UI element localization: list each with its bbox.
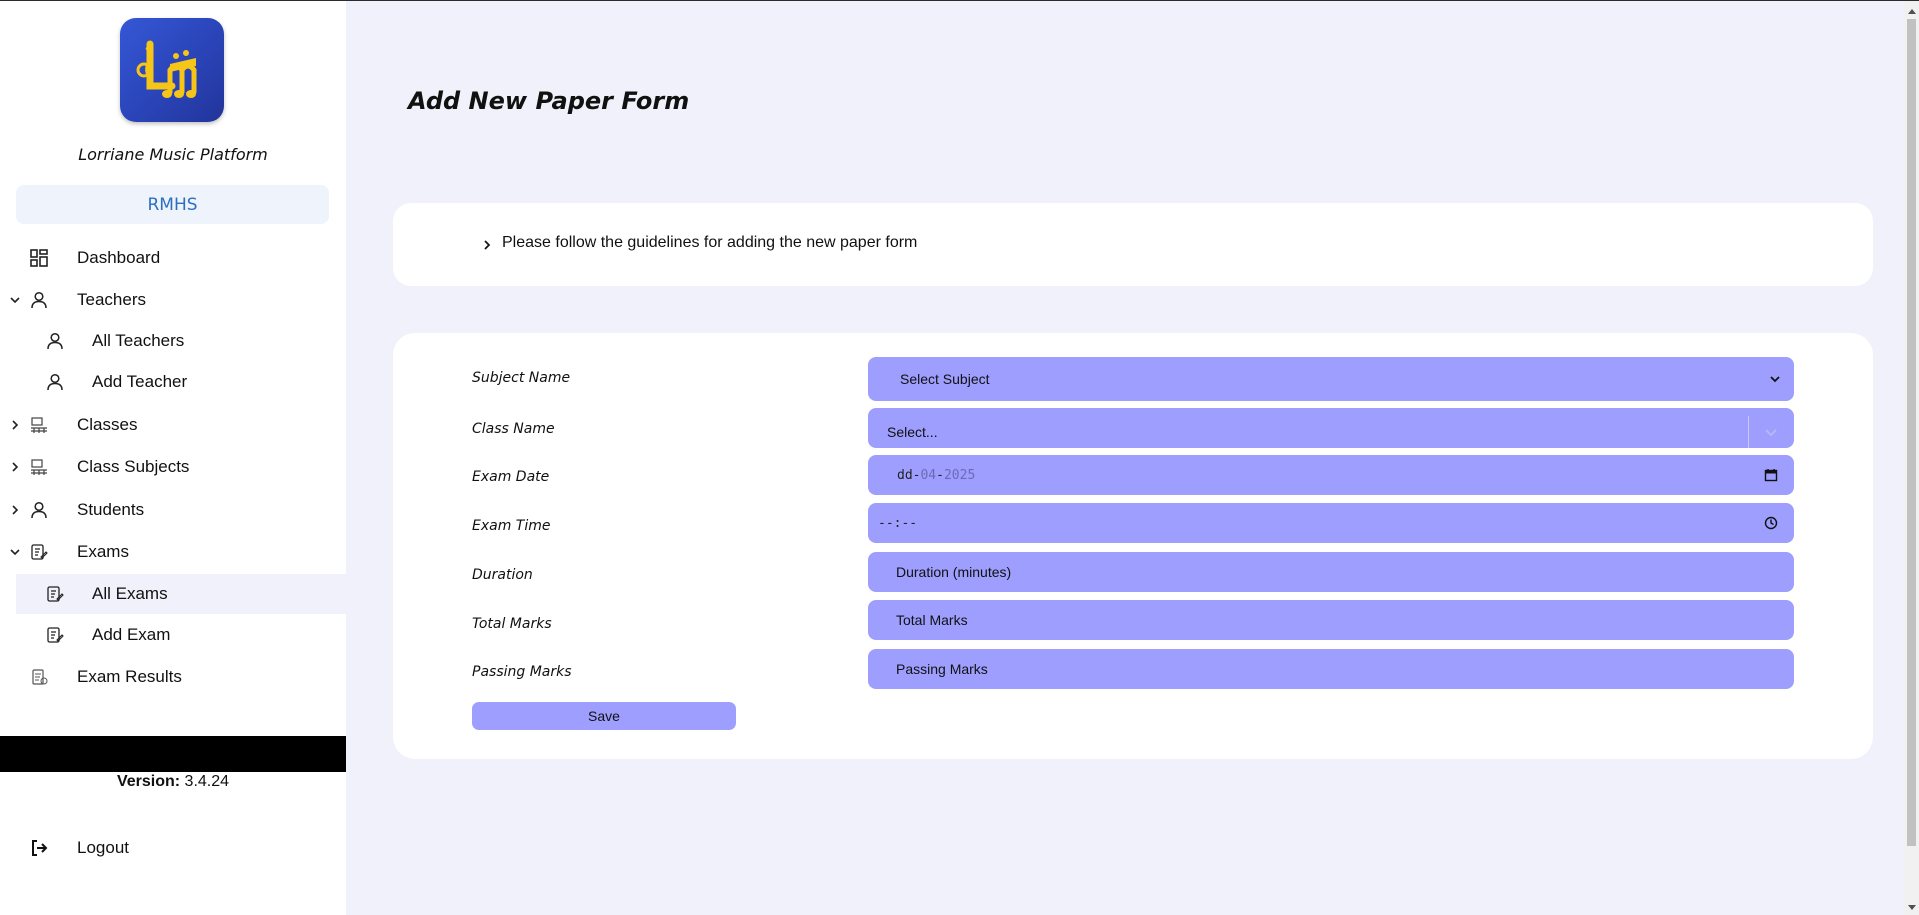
sidebar: Lorriane Music Platform RMHS Dashboard T… [0,1,346,915]
subject-name-label: Subject Name [472,370,571,386]
sidebar-item-label: Teachers [77,290,146,309]
scroll-down-icon[interactable] [1904,900,1919,915]
exam-results-icon [29,667,49,687]
dashboard-icon [29,248,49,268]
guidelines-toggle[interactable]: Please follow the guidelines for adding … [502,234,917,252]
logout-icon [29,838,49,858]
exam-time-label: Exam Time [472,518,551,534]
exam-icon [29,542,49,562]
sidebar-item-add-teacher[interactable]: Add Teacher [0,362,346,402]
page-scrollbar[interactable] [1904,1,1919,915]
sidebar-item-class-subjects[interactable]: Class Subjects [0,447,346,487]
chevron-down-icon[interactable] [9,294,21,306]
class-name-label: Class Name [472,421,555,437]
sidebar-item-dashboard[interactable]: Dashboard [0,238,346,278]
sidebar-item-students[interactable]: Students [0,490,346,530]
sidebar-item-label: Students [77,500,145,519]
classes-icon [29,457,49,477]
sidebar-item-add-exam[interactable]: Add Exam [0,615,346,655]
user-icon [29,290,49,310]
scroll-up-icon[interactable] [1904,3,1919,18]
sidebar-item-label: All Teachers [92,331,185,350]
exam-date-label: Exam Date [472,469,550,485]
version-label: Version: [116,773,181,790]
passing-marks-input[interactable]: Passing Marks [868,649,1794,689]
sidebar-item-all-teachers[interactable]: All Teachers [0,321,346,361]
sidebar-item-exam-results[interactable]: Exam Results [0,657,346,697]
page-title: Add New Paper Form [408,87,690,115]
sidebar-item-label: Add Teacher [92,372,188,391]
total-marks-placeholder: Total Marks [896,612,968,628]
chevron-down-icon [1766,370,1784,388]
chevron-right-icon[interactable] [481,238,493,250]
sidebar-item-label: Exam Results [77,667,182,686]
duration-placeholder: Duration (minutes) [896,564,1012,580]
exam-time-placeholder: --:-- [878,515,918,531]
music-logo-icon [136,40,197,98]
chevron-right-icon[interactable] [9,419,21,431]
sidebar-item-label: Classes [77,415,138,434]
passing-marks-label: Passing Marks [472,664,572,680]
scroll-thumb[interactable] [1907,19,1916,846]
subject-select-value: Select Subject [900,371,990,387]
school-badge[interactable]: RMHS [16,185,329,224]
user-icon [45,372,65,392]
chevron-down-icon[interactable] [1762,423,1780,441]
chevron-right-icon[interactable] [9,461,21,473]
version-info: Version: 3.4.24 [0,773,346,791]
app-logo [120,18,224,122]
logout-button[interactable]: Logout [0,828,346,868]
sidebar-item-label: Add Exam [92,625,171,644]
calendar-icon[interactable] [1762,466,1780,484]
class-select-placeholder: Select... [887,424,938,440]
sidebar-item-label: All Exams [92,584,168,603]
exam-icon [45,584,65,604]
classes-icon [29,415,49,435]
sidebar-item-all-exams[interactable]: All Exams [16,574,346,614]
select-separator [1748,416,1749,448]
total-marks-label: Total Marks [472,616,552,632]
user-icon [29,500,49,520]
chevron-right-icon[interactable] [9,504,21,516]
sidebar-item-teachers[interactable]: Teachers [0,280,346,320]
class-select[interactable]: Select... [868,408,1794,448]
exam-date-input[interactable]: dd-04-2025 [868,455,1794,495]
chevron-down-icon[interactable] [9,546,21,558]
logout-label: Logout [77,838,129,857]
user-icon [45,331,65,351]
save-button[interactable]: Save [472,702,736,730]
version-value: 3.4.24 [184,773,230,790]
sidebar-item-exams[interactable]: Exams [0,532,346,572]
platform-name: Lorriane Music Platform [78,145,268,164]
sidebar-item-classes[interactable]: Classes [0,405,346,445]
sidebar-item-label: Class Subjects [77,457,190,476]
version-bar [0,736,346,772]
sidebar-item-label: Exams [77,542,129,561]
passing-marks-placeholder: Passing Marks [896,661,988,677]
exam-time-input[interactable]: --:-- [868,503,1794,543]
duration-input[interactable]: Duration (minutes) [868,552,1794,592]
duration-label: Duration [472,567,533,583]
total-marks-input[interactable]: Total Marks [868,600,1794,640]
clock-icon[interactable] [1762,514,1780,532]
sidebar-item-label: Dashboard [77,248,161,267]
subject-select[interactable]: Select Subject [868,357,1794,401]
exam-icon [45,625,65,645]
exam-date-value: dd-04-2025 [897,467,976,483]
